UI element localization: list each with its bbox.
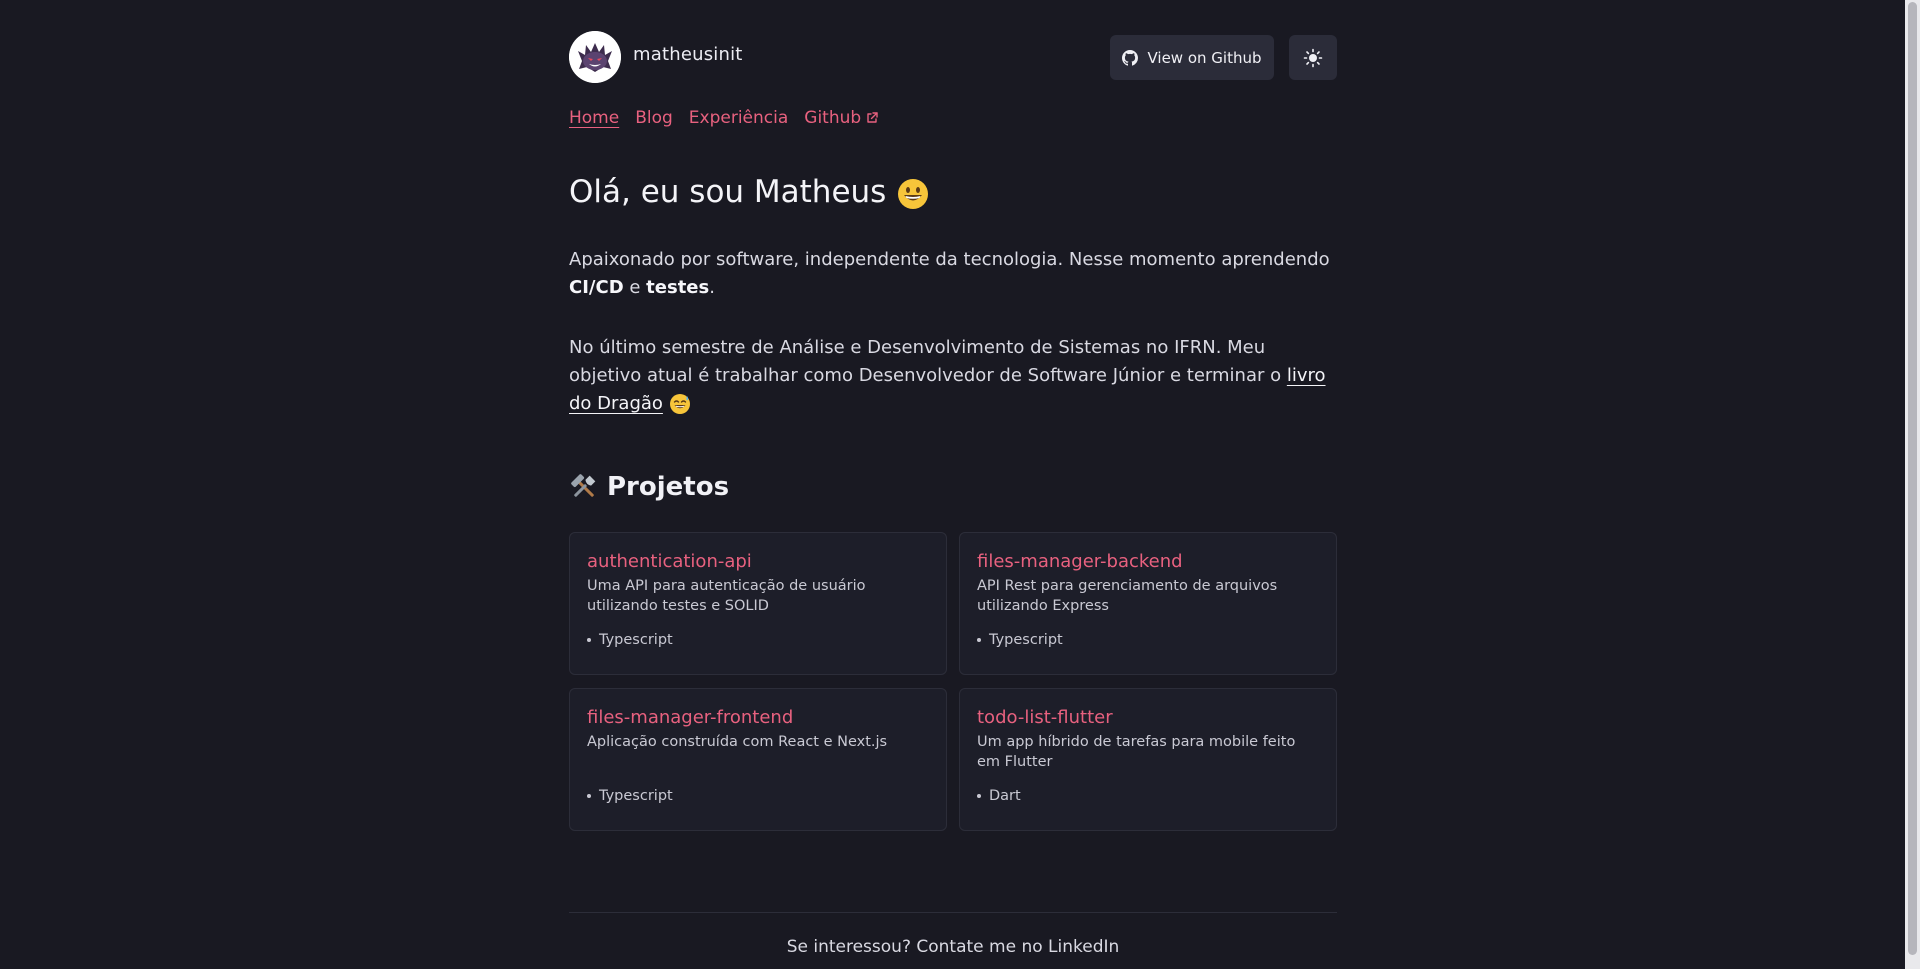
sun-icon	[1303, 48, 1323, 67]
project-description: Aplicação construída com React e Next.js	[587, 734, 888, 750]
view-on-github-button[interactable]: View on Github	[1110, 35, 1274, 80]
project-language: Dart	[977, 788, 1319, 804]
view-on-github-label: View on Github	[1147, 48, 1262, 67]
nav-blog-label: Blog	[635, 108, 673, 128]
project-card[interactable]: authentication-api Uma API para autentic…	[569, 532, 947, 675]
external-link-icon	[867, 112, 878, 123]
bullet-icon	[977, 638, 981, 642]
project-title[interactable]: authentication-api	[587, 551, 929, 572]
intro-text-a: Apaixonado por software, independente da…	[569, 249, 1330, 270]
intro-text-b: e	[623, 277, 647, 298]
project-language: Typescript	[587, 788, 929, 804]
project-card[interactable]: files-manager-backend API Rest para gere…	[959, 532, 1337, 675]
footer-divider	[569, 912, 1337, 913]
project-language-label: Dart	[989, 788, 1021, 804]
project-title[interactable]: files-manager-frontend	[587, 707, 929, 728]
project-language: Typescript	[977, 632, 1319, 648]
bullet-icon	[587, 794, 591, 798]
grinning-face-emoji-icon	[898, 178, 929, 209]
nav-github[interactable]: Github	[804, 108, 879, 128]
hero-title-text: Olá, eu sou Matheus	[569, 174, 887, 210]
avatar[interactable]	[569, 31, 621, 83]
brand-name[interactable]: matheusinit	[633, 44, 743, 65]
site-header: matheusinit View on Github Home Blog Exp…	[569, 0, 1337, 128]
gengar-avatar-icon	[569, 31, 621, 83]
project-description: Um app híbrido de tarefas para mobile fe…	[977, 734, 1296, 770]
projects-heading: Projetos	[569, 472, 729, 502]
about-text: No último semestre de Análise e Desenvol…	[569, 337, 1287, 386]
page-container: matheusinit View on Github Home Blog Exp…	[569, 0, 1337, 957]
nav-experience-label: Experiência	[688, 108, 789, 128]
bullet-icon	[977, 794, 981, 798]
scrollbar-thumb[interactable]	[1908, 2, 1917, 955]
project-title[interactable]: todo-list-flutter	[977, 707, 1319, 728]
bullet-icon	[587, 638, 591, 642]
nav-home-label: Home	[569, 108, 620, 128]
theme-toggle-button[interactable]	[1289, 35, 1337, 80]
hero-title: Olá, eu sou Matheus	[569, 174, 930, 211]
project-language: Typescript	[587, 632, 929, 648]
intro-bold-testes: testes	[646, 277, 710, 298]
nav-home[interactable]: Home	[569, 108, 619, 128]
project-description: API Rest para gerenciamento de arquivos …	[977, 578, 1278, 614]
footer-contact[interactable]: Se interessou? Contate me no LinkedIn	[569, 937, 1337, 957]
intro-paragraph: Apaixonado por software, independente da…	[569, 246, 1337, 302]
about-paragraph: No último semestre de Análise e Desenvol…	[569, 334, 1337, 418]
nav-experience[interactable]: Experiência	[689, 108, 789, 128]
project-description: Uma API para autenticação de usuário uti…	[587, 578, 866, 614]
tools-emoji-icon	[571, 474, 596, 497]
intro-bold-cicd: CI/CD	[569, 277, 624, 298]
project-title[interactable]: files-manager-backend	[977, 551, 1319, 572]
intro-text-c: .	[709, 277, 715, 298]
page-scrollbar[interactable]	[1905, 0, 1920, 969]
nav-blog[interactable]: Blog	[635, 108, 673, 128]
project-language-label: Typescript	[989, 632, 1063, 648]
project-language-label: Typescript	[599, 788, 673, 804]
project-card[interactable]: todo-list-flutter Um app híbrido de tare…	[959, 688, 1337, 831]
project-card[interactable]: files-manager-frontend Aplicação constru…	[569, 688, 947, 831]
project-language-label: Typescript	[599, 632, 673, 648]
main-nav: Home Blog Experiência Github	[569, 108, 879, 128]
projects-heading-text: Projetos	[607, 472, 730, 502]
sweat-smile-emoji-icon	[669, 394, 690, 414]
nav-github-label: Github	[804, 108, 862, 128]
github-icon	[1122, 49, 1139, 66]
